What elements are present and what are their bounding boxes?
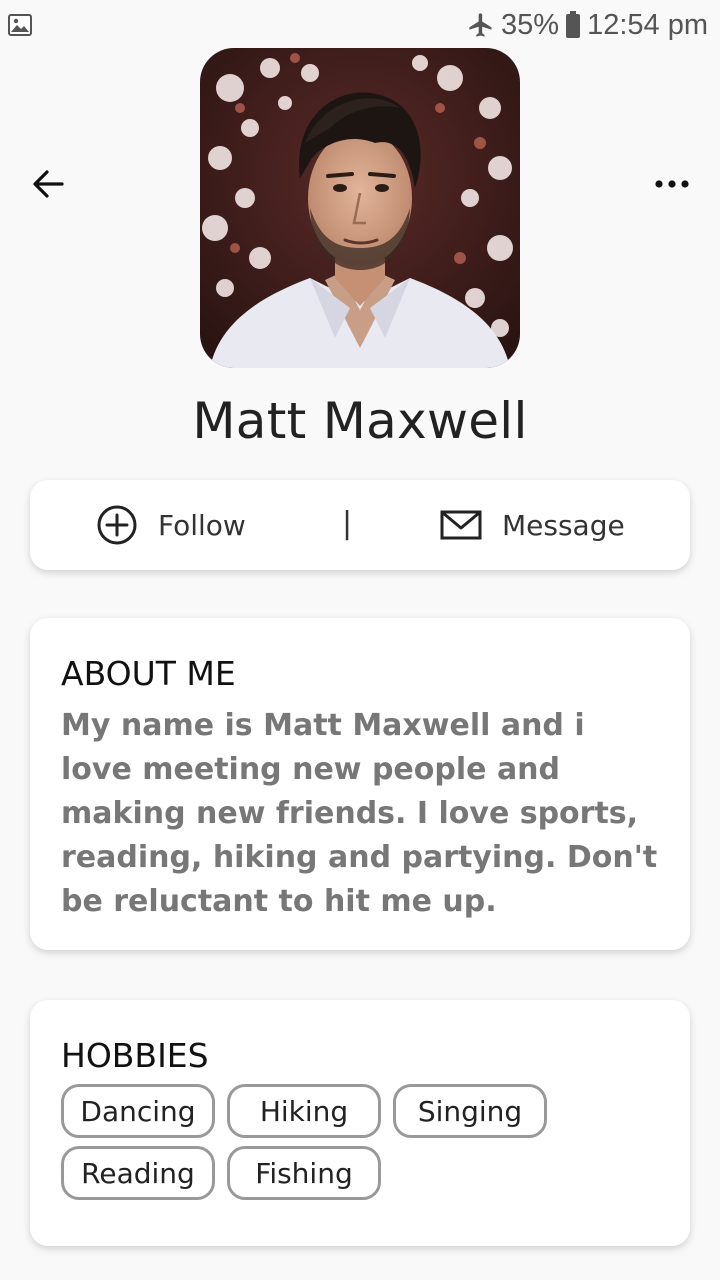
hobby-chip-singing[interactable]: Singing: [393, 1084, 547, 1138]
avatar: [200, 48, 520, 368]
about-title: ABOUT ME: [61, 654, 236, 693]
follow-button[interactable]: Follow: [96, 502, 246, 548]
plus-circle-icon: [97, 505, 137, 545]
back-button[interactable]: [26, 160, 70, 208]
hobby-chip-fishing[interactable]: Fishing: [227, 1146, 381, 1200]
airplane-icon: [469, 13, 492, 37]
hobby-chips: Dancing Hiking Singing Reading Fishing: [61, 1084, 661, 1200]
more-horizontal-icon: [655, 180, 689, 188]
status-indicators: 35% 12:54 pm: [467, 6, 708, 44]
message-label: Message: [502, 508, 625, 542]
about-text: My name is Matt Maxwell and i love meeti…: [61, 708, 658, 919]
clock: 12:54 pm: [587, 8, 708, 41]
envelope-icon: [440, 510, 482, 540]
status-bar: 35% 12:54 pm: [0, 0, 720, 50]
follow-label: Follow: [158, 508, 246, 542]
more-options-button[interactable]: [650, 160, 694, 208]
hobby-chip-reading[interactable]: Reading: [61, 1146, 215, 1200]
battery-percent: 35%: [501, 8, 560, 41]
hobbies-title: HOBBIES: [61, 1036, 209, 1075]
profile-name: Matt Maxwell: [192, 392, 528, 450]
action-bar: Follow | Message: [30, 480, 690, 570]
hobbies-card: HOBBIES Dancing Hiking Singing Reading F…: [30, 1000, 690, 1246]
action-divider: |: [342, 506, 353, 541]
about-card: ABOUT ME My name is Matt Maxwell and i l…: [30, 618, 690, 950]
gallery-icon: [8, 14, 32, 36]
hobby-chip-dancing[interactable]: Dancing: [61, 1084, 215, 1138]
hobby-chip-hiking[interactable]: Hiking: [227, 1084, 381, 1138]
battery-icon: [566, 11, 581, 38]
arrow-left-icon: [33, 170, 64, 198]
message-button[interactable]: Message: [440, 502, 625, 548]
